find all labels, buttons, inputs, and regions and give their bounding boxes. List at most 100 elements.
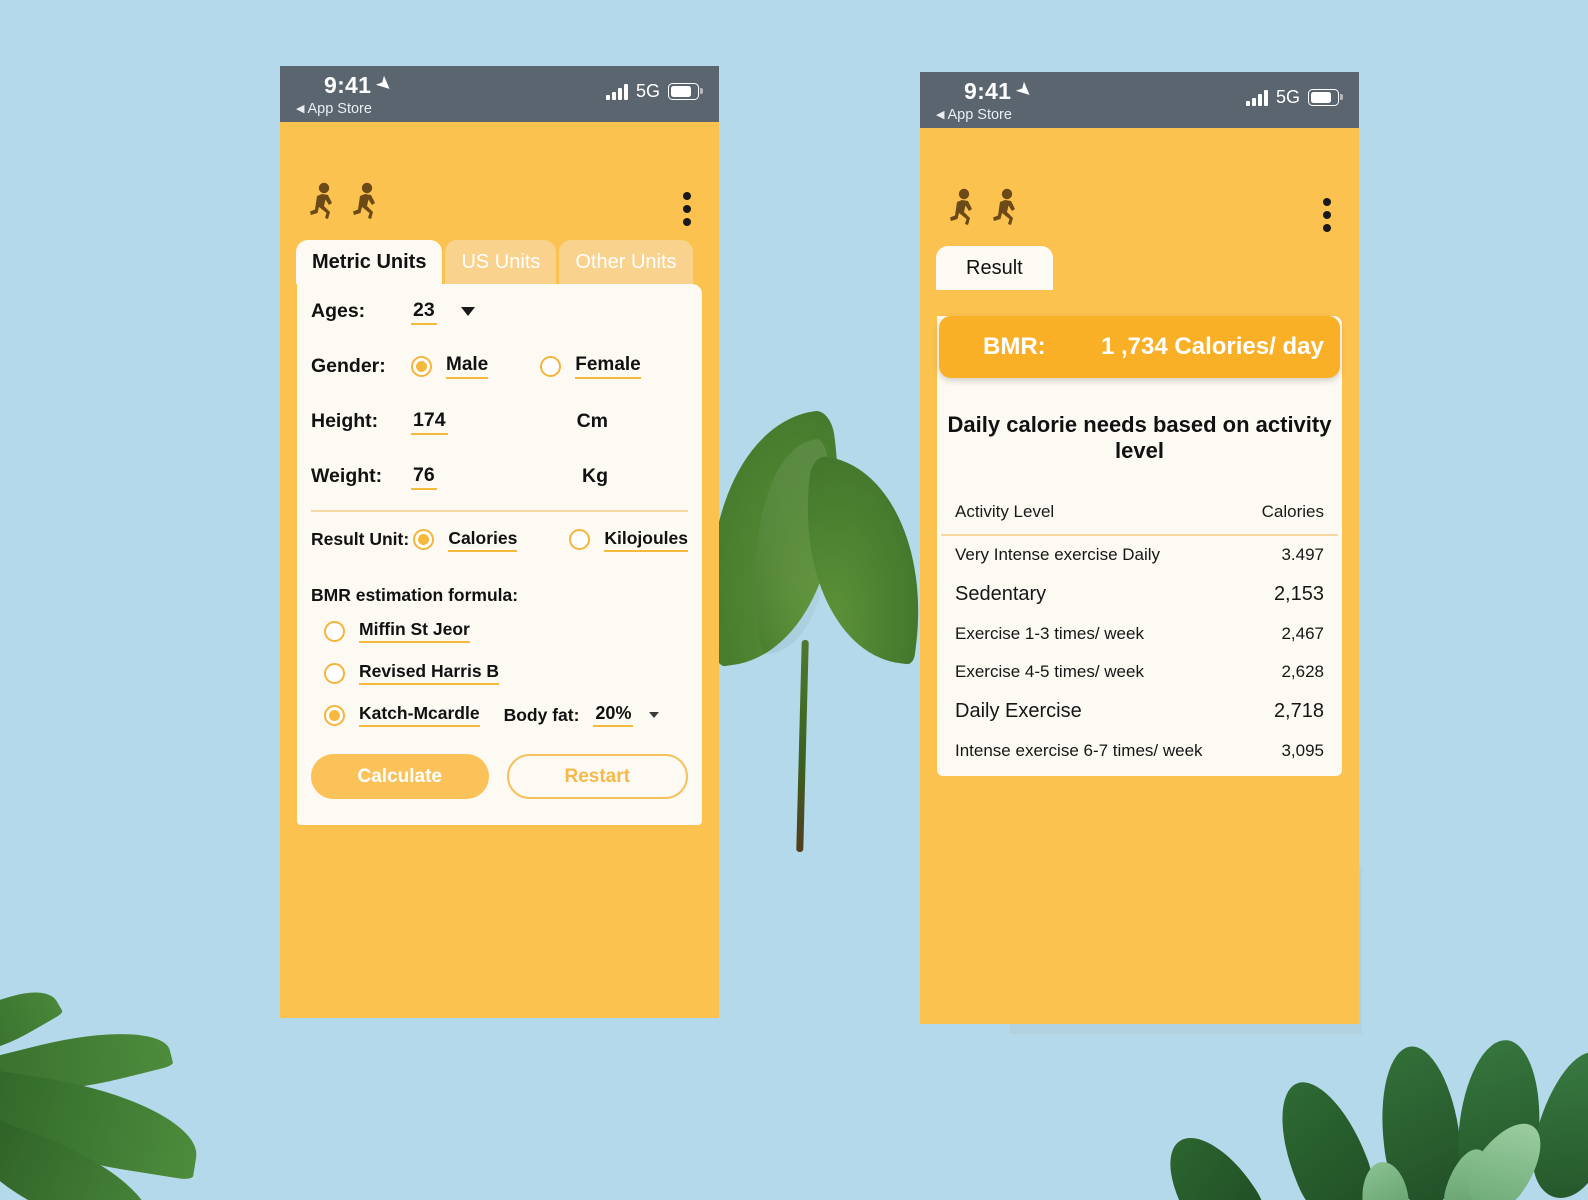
result-unit-calories-label[interactable]: Calories bbox=[448, 528, 518, 552]
phone-mockup-left: 9:41 ➤ ◀ App Store 5G Metric Units US Uni… bbox=[280, 66, 719, 1018]
weight-unit: Kg bbox=[582, 465, 608, 487]
back-to-app-store[interactable]: ◀ App Store bbox=[296, 101, 372, 117]
calculate-button[interactable]: Calculate bbox=[311, 754, 489, 799]
ages-input[interactable]: 23 bbox=[411, 299, 437, 325]
result-section-title: Daily calorie needs based on activity le… bbox=[947, 412, 1332, 463]
bmr-value: 1 ,734 Calories/ day bbox=[1101, 333, 1324, 360]
bmr-label: BMR: bbox=[983, 333, 1046, 360]
battery-icon bbox=[1308, 89, 1343, 106]
status-bar-left: 9:41 ➤ ◀ App Store 5G bbox=[280, 66, 719, 122]
radio-result-unit-kilojoules[interactable] bbox=[569, 529, 591, 550]
gender-female-label[interactable]: Female bbox=[575, 354, 641, 379]
activity-calories: 3,095 bbox=[1281, 741, 1324, 760]
bmr-banner: BMR: 1 ,734 Calories/ day bbox=[939, 316, 1340, 378]
height-unit: Cm bbox=[576, 410, 608, 432]
gender-label: Gender: bbox=[311, 355, 386, 377]
signal-bars-icon bbox=[1246, 89, 1268, 106]
height-input[interactable]: 174 bbox=[411, 409, 448, 435]
table-row: Very Intense exercise Daily 3.497 bbox=[937, 536, 1342, 574]
body-fat-label: Body fat: bbox=[503, 704, 580, 725]
location-arrow-icon: ➤ bbox=[1011, 77, 1037, 104]
tab-other-units[interactable]: Other Units bbox=[559, 240, 693, 284]
back-to-app-store[interactable]: ◀ App Store bbox=[936, 107, 1012, 123]
ages-row: Ages: 23 bbox=[297, 284, 702, 339]
activity-name: Exercise 4-5 times/ week bbox=[955, 662, 1144, 681]
table-row: Exercise 4-5 times/ week 2,628 bbox=[937, 653, 1342, 691]
status-time: 9:41 bbox=[964, 78, 1012, 104]
activity-name: Intense exercise 6-7 times/ week bbox=[955, 741, 1203, 760]
app-bar-left bbox=[280, 122, 719, 240]
signal-bars-icon bbox=[606, 83, 628, 100]
activity-calories: 3.497 bbox=[1281, 545, 1324, 564]
activity-calories: 2,628 bbox=[1281, 662, 1324, 681]
phone-mockup-right: 9:41 ➤ ◀ App Store 5G Result BMR: 1 ,734 … bbox=[920, 72, 1359, 1024]
status-bar-right: 9:41 ➤ ◀ App Store 5G bbox=[920, 72, 1359, 128]
radio-gender-male[interactable] bbox=[411, 356, 432, 377]
weight-label: Weight: bbox=[311, 465, 383, 487]
tab-result[interactable]: Result bbox=[936, 246, 1053, 290]
formula-section-title: BMR estimation formula: bbox=[311, 585, 519, 605]
chevron-down-icon[interactable] bbox=[460, 307, 475, 316]
table-header: Activity Level Calories bbox=[937, 464, 1342, 534]
formula-row-harris: Revised Harris B bbox=[297, 652, 702, 694]
center-plant-stem bbox=[796, 639, 809, 853]
weight-row: Weight: 76 Kg bbox=[297, 449, 702, 504]
table-row: Sedentary 2,153 bbox=[937, 574, 1342, 615]
activity-calories: 2,467 bbox=[1281, 624, 1324, 643]
result-unit-kilojoules-label[interactable]: Kilojoules bbox=[604, 528, 688, 552]
back-caret-icon: ◀ bbox=[296, 103, 305, 115]
kebab-menu-icon[interactable] bbox=[1323, 198, 1331, 232]
activity-calories: 2,153 bbox=[1273, 583, 1324, 605]
running-people-icon bbox=[946, 188, 1023, 228]
result-unit-label: Result Unit: bbox=[311, 529, 410, 549]
unit-tabs: Metric Units US Units Other Units bbox=[280, 240, 719, 284]
formula-miffin-label[interactable]: Miffin St Jeor bbox=[359, 619, 470, 643]
result-card: BMR: 1 ,734 Calories/ day Daily calorie … bbox=[937, 316, 1342, 776]
activity-calories: 2,718 bbox=[1273, 700, 1324, 722]
result-unit-row: Result Unit: Calories Kilojoules bbox=[297, 512, 702, 567]
action-buttons: Calculate Restart bbox=[297, 736, 702, 825]
ages-label: Ages: bbox=[311, 300, 366, 322]
activity-name: Exercise 1-3 times/ week bbox=[955, 624, 1144, 643]
tab-us-units[interactable]: US Units bbox=[445, 240, 557, 284]
status-indicators: 5G bbox=[1246, 87, 1343, 108]
radio-formula-harris[interactable] bbox=[324, 662, 345, 684]
column-header-calories: Calories bbox=[1261, 502, 1324, 521]
formula-row-katch: Katch-Mcardle Body fat: 20% bbox=[297, 694, 702, 736]
restart-button[interactable]: Restart bbox=[506, 754, 688, 799]
location-arrow-icon: ➤ bbox=[371, 71, 397, 98]
radio-gender-female[interactable] bbox=[540, 356, 562, 377]
table-row: Exercise 1-3 times/ week 2,467 bbox=[937, 615, 1342, 653]
body-fat-value[interactable]: 20% bbox=[593, 703, 634, 727]
activity-name: Very Intense exercise Daily bbox=[955, 545, 1161, 564]
gender-male-label[interactable]: Male bbox=[446, 354, 489, 379]
table-row: Daily Exercise 2,718 bbox=[937, 691, 1342, 732]
back-caret-icon: ◀ bbox=[936, 109, 945, 121]
activity-name: Sedentary bbox=[955, 583, 1047, 605]
running-people-icon bbox=[306, 182, 383, 222]
chevron-down-icon[interactable] bbox=[649, 712, 660, 718]
kebab-menu-icon[interactable] bbox=[683, 192, 691, 226]
gender-row: Gender: Male Female bbox=[297, 339, 702, 394]
back-label: App Store bbox=[307, 101, 372, 117]
status-indicators: 5G bbox=[606, 81, 703, 102]
network-label: 5G bbox=[1275, 87, 1300, 107]
radio-result-unit-calories[interactable] bbox=[413, 529, 435, 550]
network-label: 5G bbox=[635, 81, 660, 101]
table-row: Intense exercise 6-7 times/ week 3,095 bbox=[937, 732, 1342, 770]
tab-metric-units[interactable]: Metric Units bbox=[296, 240, 443, 284]
radio-formula-miffin[interactable] bbox=[324, 620, 345, 642]
status-time: 9:41 bbox=[324, 72, 372, 98]
app-bar-right bbox=[920, 128, 1359, 246]
battery-icon bbox=[668, 83, 703, 100]
weight-input[interactable]: 76 bbox=[411, 464, 437, 490]
back-label: App Store bbox=[947, 107, 1012, 123]
formula-katch-label[interactable]: Katch-Mcardle bbox=[359, 703, 480, 727]
column-header-activity: Activity Level bbox=[955, 502, 1055, 521]
activity-name: Daily Exercise bbox=[955, 700, 1082, 722]
formula-harris-label[interactable]: Revised Harris B bbox=[359, 661, 500, 685]
calculator-form-card: Ages: 23 Gender: Male Female Height: 174… bbox=[297, 284, 702, 825]
radio-formula-katch[interactable] bbox=[324, 704, 345, 726]
result-tabs: Result bbox=[920, 246, 1359, 290]
height-row: Height: 174 Cm bbox=[297, 394, 702, 449]
